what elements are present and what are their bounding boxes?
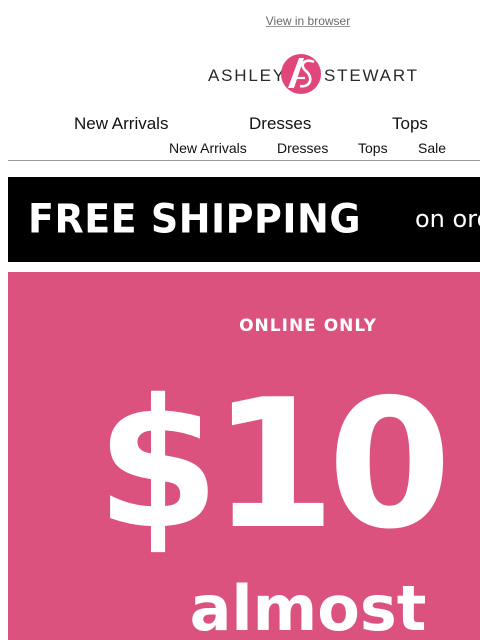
brand-monogram-icon [281, 54, 321, 94]
promo-banner[interactable]: ONLINE ONLY $10 - almost [8, 272, 480, 640]
promo-subtext: almost [189, 572, 427, 640]
nav-tops[interactable]: Tops [392, 114, 428, 134]
subnav-dresses[interactable]: Dresses [277, 140, 328, 156]
nav-new-arrivals[interactable]: New Arrivals [74, 114, 168, 134]
promo-eyebrow: ONLINE ONLY [239, 316, 377, 336]
brand-name-left: ASHLEY [208, 66, 286, 85]
nav-dresses[interactable]: Dresses [249, 114, 311, 134]
brand-name-right: STEWART [324, 66, 419, 85]
view-in-browser-link[interactable]: View in browser [0, 14, 480, 28]
nav-divider [8, 160, 480, 161]
free-shipping-banner[interactable]: FREE SHIPPING on ord [8, 177, 480, 262]
subnav-tops[interactable]: Tops [358, 140, 388, 156]
promo-price: $10 - [96, 361, 480, 568]
free-shipping-headline: FREE SHIPPING [28, 195, 362, 243]
brand-logo[interactable]: ASHLEY STEWART [208, 52, 417, 98]
subnav-new-arrivals[interactable]: New Arrivals [169, 140, 247, 156]
subnav-sale[interactable]: Sale [418, 140, 446, 156]
free-shipping-subtext: on ord [415, 205, 480, 233]
